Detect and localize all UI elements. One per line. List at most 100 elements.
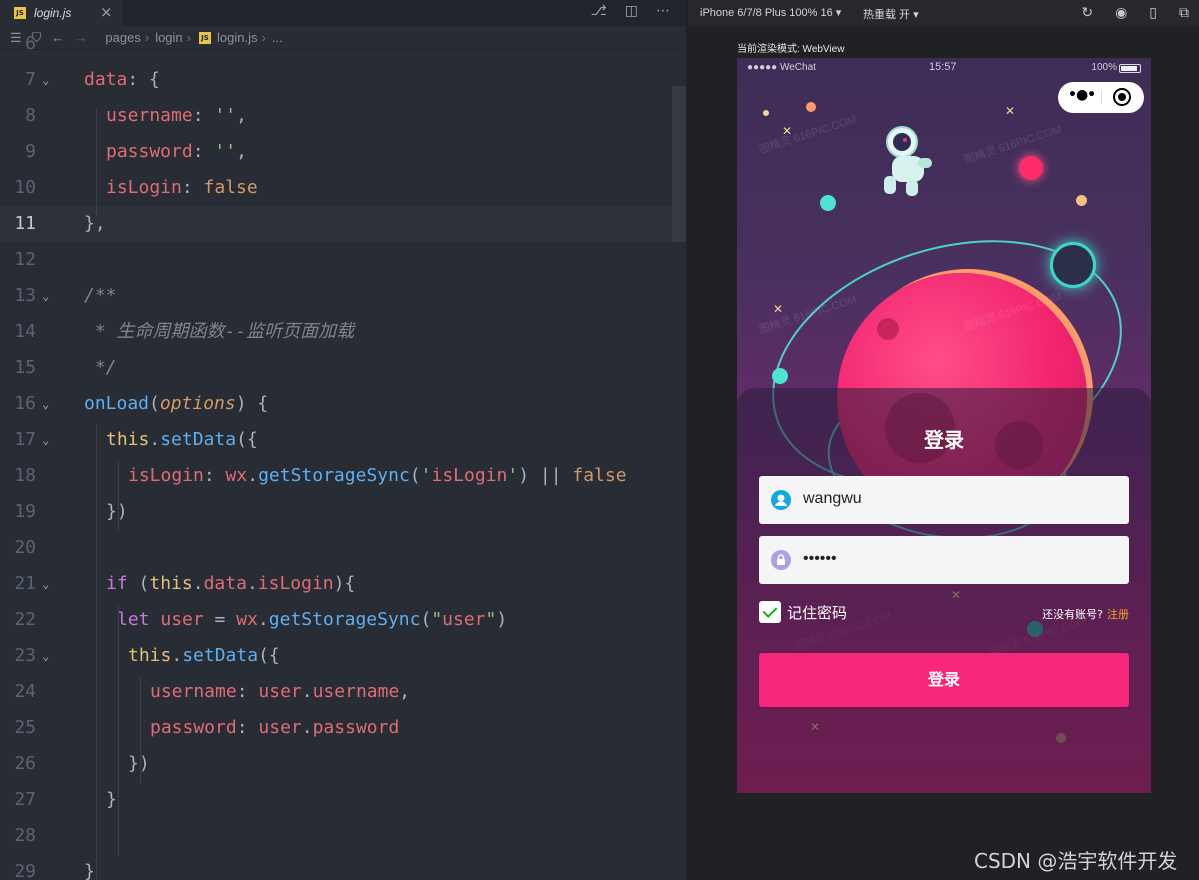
code-text: data: { [84, 69, 160, 90]
code-line[interactable]: 7 ⌄ data: { [0, 62, 672, 98]
code-line[interactable]: 11}, [0, 206, 672, 242]
line-number: 7 [25, 69, 36, 90]
code-line[interactable]: 29} [0, 854, 672, 880]
username-value: wangwu [803, 490, 862, 507]
refresh-icon[interactable]: ↻ [1081, 4, 1093, 21]
code-editor: JS login.js × ⎇ ◫ ⋯ ☰ ⛉ ← → pages › logi… [0, 0, 686, 880]
line-number: 15 [14, 357, 36, 378]
battery-percent: 100% [1091, 62, 1117, 73]
no-account-text: 还没有账号? [1042, 608, 1103, 621]
code-line[interactable]: 8 username: '', [0, 98, 672, 134]
line-number: 19 [14, 501, 36, 522]
more-dots-icon[interactable]: •●• [1068, 87, 1096, 103]
code-line[interactable]: 16 ⌄ onLoad(options) { [0, 386, 672, 422]
line-number: 18 [14, 465, 36, 486]
status-time: 15:57 [929, 61, 957, 73]
password-field[interactable]: •••••• [759, 536, 1129, 584]
line-number: 6 [25, 33, 36, 54]
split-editor-icon[interactable]: ◫ [625, 3, 638, 19]
code-line[interactable]: 21 ⌄ if (this.data.isLogin){ [0, 566, 672, 602]
register-prompt: 还没有账号? 注册 [1042, 606, 1129, 622]
line-number: 21 [14, 573, 36, 594]
crater [877, 318, 899, 340]
more-actions-icon[interactable]: ⋯ [656, 3, 670, 19]
code-text: * 生命周期函数--监听页面加载 [84, 321, 355, 342]
detach-window-icon[interactable]: ⧉ [1179, 4, 1189, 21]
code-text: if (this.data.isLogin){ [106, 573, 356, 594]
source-control-icon[interactable]: ⎇ [591, 3, 607, 19]
close-tab-icon[interactable]: × [100, 3, 113, 21]
watermark-text: 图精灵 616PIC.COM [757, 113, 859, 157]
fold-chevron-icon[interactable]: ⌄ [42, 62, 49, 98]
line-number: 27 [14, 789, 36, 810]
code-text: }, [84, 213, 106, 234]
code-text: */ [84, 357, 117, 378]
line-number: 16 [14, 393, 36, 414]
code-line[interactable]: 15 */ [0, 350, 672, 386]
hot-reload-toggle[interactable]: 热重载 开 ▾ [863, 6, 919, 22]
device-selector[interactable]: iPhone 6/7/8 Plus 100% 16 ▾ [700, 6, 841, 19]
code-line[interactable]: 19}) [0, 494, 672, 530]
yellow-dot [1076, 195, 1087, 206]
code-line[interactable]: 17 ⌄ this.setData({ [0, 422, 672, 458]
remember-label: 记住密码 [787, 603, 848, 622]
login-button[interactable]: 登录 [759, 653, 1129, 707]
line-number: 9 [25, 141, 36, 162]
orange-dot [806, 102, 816, 112]
line-number: 13 [14, 285, 36, 306]
tab-login-js[interactable]: JS login.js × [0, 0, 122, 26]
teal-dot [772, 368, 788, 384]
simulator-toolbar: iPhone 6/7/8 Plus 100% 16 ▾ 热重载 开 ▾ ↻ ◉ … [688, 0, 1199, 26]
remember-password[interactable]: 记住密码 [759, 601, 847, 623]
code-line[interactable]: 6 [0, 26, 672, 62]
tab-label: login.js [34, 6, 72, 20]
phone-icon[interactable]: ▯ [1149, 4, 1157, 21]
fold-chevron-icon[interactable]: ⌄ [42, 278, 49, 314]
login-title: 登录 [924, 428, 964, 452]
code-line[interactable]: 26}) [0, 746, 672, 782]
astronaut-illustration [884, 126, 932, 196]
fold-chevron-icon[interactable]: ⌄ [42, 638, 49, 674]
code-line[interactable]: 24 username: user.username, [0, 674, 672, 710]
code-line[interactable]: 13 ⌄ /** [0, 278, 672, 314]
code-line[interactable]: 22 let user = wx.getStorageSync("user") [0, 602, 672, 638]
js-file-icon: JS [14, 7, 26, 19]
csdn-watermark: CSDN @浩宇软件开发 [974, 849, 1178, 873]
render-mode-label: 当前渲染模式: WebView [737, 44, 845, 55]
code-line[interactable]: 14 * 生命周期函数--监听页面加载 [0, 314, 672, 350]
line-number: 11 [14, 213, 36, 234]
watermark-text: 图精灵 616PIC.COM [962, 123, 1064, 167]
code-line[interactable]: 25 password: user.password [0, 710, 672, 746]
line-number: 24 [14, 681, 36, 702]
record-icon[interactable]: ◉ [1115, 4, 1127, 21]
code-line[interactable]: 12 [0, 242, 672, 278]
code-line[interactable]: 18 isLogin: wx.getStorageSync('isLogin') … [0, 458, 672, 494]
username-field[interactable]: wangwu [759, 476, 1129, 524]
miniprogram-capsule: •●• [1058, 82, 1144, 113]
signal-text: ●●●●● WeChat [747, 62, 816, 73]
line-number: 26 [14, 753, 36, 774]
code-line[interactable]: 20 [0, 530, 672, 566]
line-number: 8 [25, 105, 36, 126]
code-line[interactable]: 28 [0, 818, 672, 854]
capsule-divider [1101, 90, 1102, 105]
indent-guide [118, 460, 119, 532]
teal-dot [820, 195, 836, 211]
fold-chevron-icon[interactable]: ⌄ [42, 386, 49, 422]
line-number: 23 [14, 645, 36, 666]
register-link[interactable]: 注册 [1107, 608, 1129, 621]
code-line[interactable]: 10 isLogin: false [0, 170, 672, 206]
fold-chevron-icon[interactable]: ⌄ [42, 566, 49, 602]
line-number: 10 [14, 177, 36, 198]
code-line[interactable]: 9 password: '', [0, 134, 672, 170]
capsule-close-icon[interactable] [1113, 88, 1131, 106]
phone-screen: ✕ ✕ ✕ ✕ ✕ 图精灵 616PIC.COM 图精灵 616PIC.COM … [737, 58, 1151, 793]
code-text: }) [106, 501, 128, 522]
code-line[interactable]: 23 ⌄ this.setData({ [0, 638, 672, 674]
editor-actions: ⎇ ◫ ⋯ [591, 3, 670, 19]
code-line[interactable]: 27} [0, 782, 672, 818]
remember-checkbox[interactable] [759, 601, 781, 623]
editor-scrollbar-thumb[interactable] [672, 86, 686, 242]
fold-chevron-icon[interactable]: ⌄ [42, 422, 49, 458]
line-number: 28 [14, 825, 36, 846]
